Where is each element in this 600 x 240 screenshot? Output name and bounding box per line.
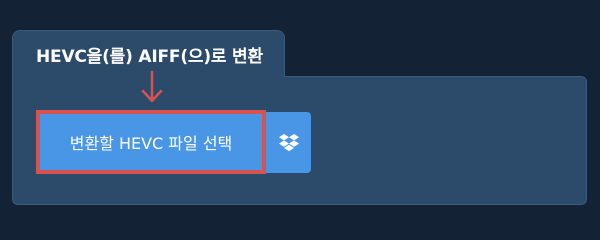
select-file-button[interactable]: 변환할 HEVC 파일 선택 bbox=[36, 110, 266, 174]
dropbox-icon bbox=[278, 133, 299, 151]
pointer-arrow-icon bbox=[141, 70, 163, 103]
select-file-label: 변환할 HEVC 파일 선택 bbox=[69, 134, 233, 153]
converter-stage: HEVC을(를) AIFF(으)로 변환 변환할 HEVC 파일 선택 bbox=[0, 0, 600, 230]
dropbox-button[interactable] bbox=[266, 112, 311, 173]
panel-title: HEVC을(를) AIFF(으)로 변환 bbox=[36, 47, 263, 67]
